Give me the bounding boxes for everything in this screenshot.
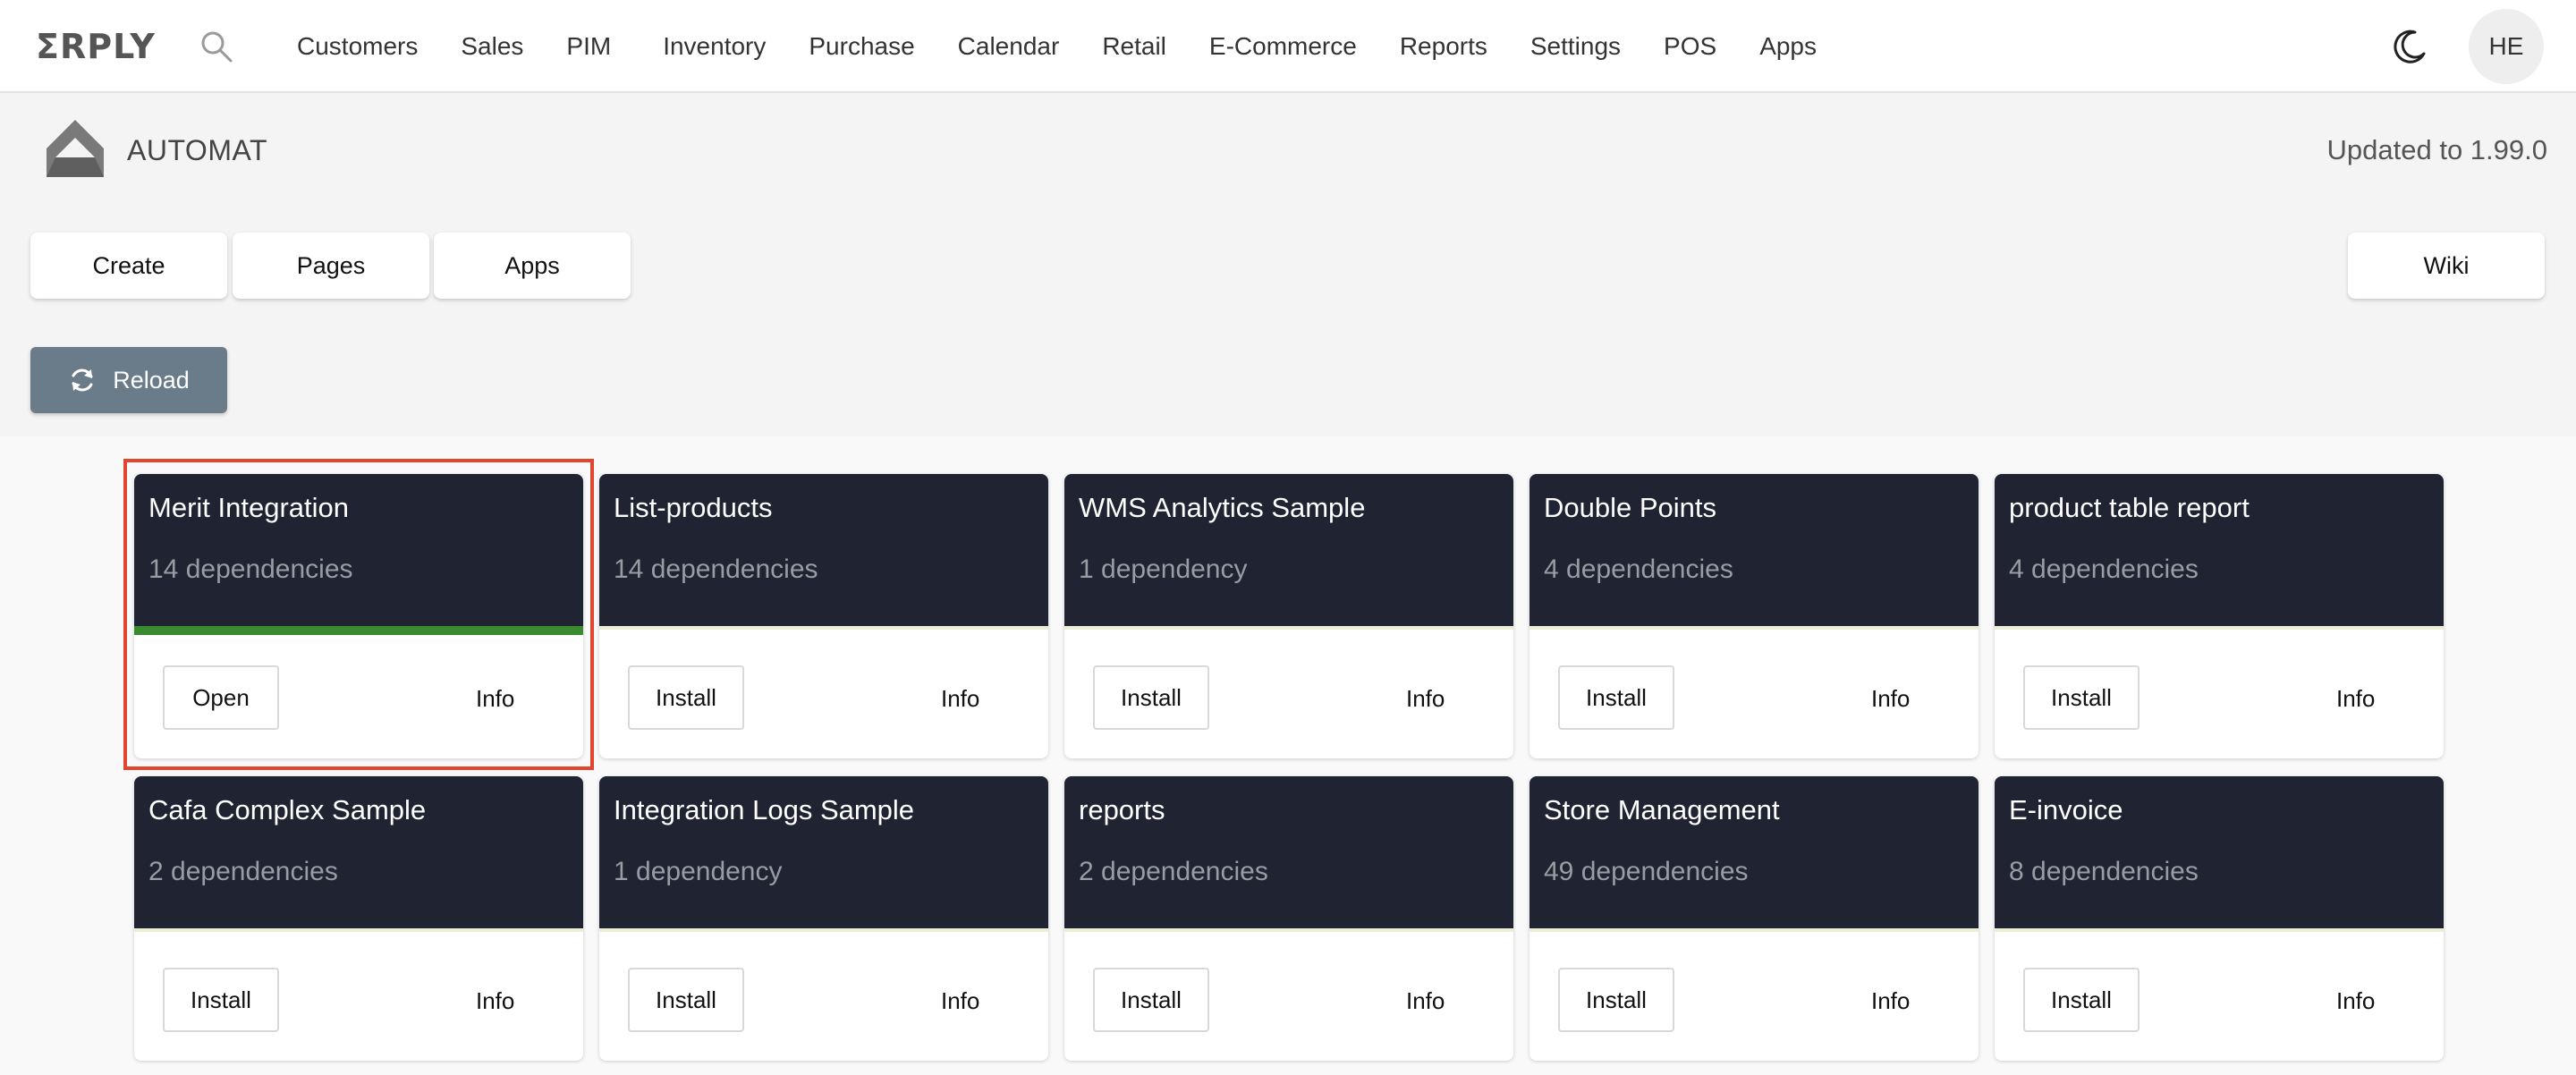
reload-button[interactable]: Reload [30, 347, 227, 413]
user-avatar[interactable]: HE [2469, 9, 2544, 84]
nav-purchase[interactable]: Purchase [809, 32, 914, 61]
top-navbar: ΣRPLY Customers Sales PIM Inventory Purc… [0, 0, 2576, 93]
info-link[interactable]: Info [1871, 987, 1910, 1015]
app-card-cafa-complex-sample: Cafa Complex Sample 2 dependencies Insta… [134, 776, 583, 1061]
nav-sales[interactable]: Sales [461, 32, 523, 61]
card-dependencies: 8 dependencies [2009, 857, 2199, 886]
app-card-integration-logs-sample: Integration Logs Sample 1 dependency Ins… [599, 776, 1048, 1061]
main-nav: Customers Sales PIM Inventory Purchase C… [297, 0, 1860, 93]
search-icon[interactable] [199, 29, 234, 64]
card-dependencies: 2 dependencies [148, 857, 338, 886]
install-button[interactable]: Install [628, 665, 744, 730]
refresh-icon [72, 368, 93, 392]
info-link[interactable]: Info [1406, 987, 1445, 1015]
card-title: product table report [2009, 492, 2250, 523]
nav-settings[interactable]: Settings [1530, 32, 1621, 61]
card-dependencies: 49 dependencies [1544, 857, 1749, 886]
card-title: Store Management [1544, 794, 1780, 825]
card-title: List-products [614, 492, 773, 523]
card-title: WMS Analytics Sample [1079, 492, 1366, 523]
info-link[interactable]: Info [941, 987, 979, 1015]
install-button[interactable]: Install [2023, 665, 2140, 730]
nav-retail[interactable]: Retail [1102, 32, 1166, 61]
card-header: reports 2 dependencies [1064, 776, 1513, 932]
page-title: AUTOMAT [127, 134, 267, 166]
dark-mode-moon-icon[interactable] [2390, 27, 2429, 66]
automat-logo-icon [47, 120, 104, 177]
card-dependencies: 1 dependency [1079, 554, 1248, 584]
reload-label: Reload [113, 366, 190, 394]
nav-inventory[interactable]: Inventory [663, 32, 766, 61]
info-link[interactable]: Info [476, 987, 514, 1015]
app-card-e-invoice: E-invoice 8 dependencies Install Info [1995, 776, 2444, 1061]
info-link[interactable]: Info [1871, 685, 1910, 713]
install-button[interactable]: Install [163, 968, 279, 1032]
card-dependencies: 2 dependencies [1079, 857, 1268, 886]
card-header: Cafa Complex Sample 2 dependencies [134, 776, 583, 932]
install-button[interactable]: Install [628, 968, 744, 1032]
card-dependencies: 1 dependency [614, 857, 783, 886]
card-header: Merit Integration 14 dependencies [134, 474, 583, 635]
app-card-double-points: Double Points 4 dependencies Install Inf… [1530, 474, 1979, 758]
apps-button[interactable]: Apps [434, 233, 631, 299]
card-title: reports [1079, 794, 1165, 825]
app-card-store-management: Store Management 49 dependencies Install… [1530, 776, 1979, 1061]
card-header: product table report 4 dependencies [1995, 474, 2444, 630]
nav-ecommerce[interactable]: E-Commerce [1209, 32, 1357, 61]
info-link[interactable]: Info [941, 685, 979, 713]
card-dependencies: 4 dependencies [1544, 554, 1733, 584]
card-header: Double Points 4 dependencies [1530, 474, 1979, 630]
card-header: Integration Logs Sample 1 dependency [599, 776, 1048, 932]
app-card-reports: reports 2 dependencies Install Info [1064, 776, 1513, 1061]
install-button[interactable]: Install [1558, 968, 1674, 1032]
card-title: E-invoice [2009, 794, 2123, 825]
pages-button[interactable]: Pages [233, 233, 429, 299]
card-title: Cafa Complex Sample [148, 794, 427, 825]
nav-calendar[interactable]: Calendar [958, 32, 1060, 61]
erply-logo[interactable]: ΣRPLY [36, 27, 156, 66]
card-header: WMS Analytics Sample 1 dependency [1064, 474, 1513, 630]
open-button[interactable]: Open [163, 665, 279, 730]
install-button[interactable]: Install [1093, 968, 1209, 1032]
app-card-list-products: List-products 14 dependencies Install In… [599, 474, 1048, 758]
info-link[interactable]: Info [2336, 987, 2375, 1015]
version-status: Updated to 1.99.0 [2326, 134, 2547, 165]
nav-reports[interactable]: Reports [1400, 32, 1487, 61]
install-button[interactable]: Install [2023, 968, 2140, 1032]
wiki-button[interactable]: Wiki [2348, 233, 2545, 299]
nav-pim[interactable]: PIM [566, 32, 611, 61]
nav-customers[interactable]: Customers [297, 32, 418, 61]
card-header: Store Management 49 dependencies [1530, 776, 1979, 932]
install-button[interactable]: Install [1093, 665, 1209, 730]
card-title: Integration Logs Sample [614, 794, 915, 825]
card-title: Double Points [1544, 492, 1717, 523]
info-link[interactable]: Info [2336, 685, 2375, 713]
card-dependencies: 14 dependencies [614, 554, 818, 584]
card-dependencies: 4 dependencies [2009, 554, 2199, 584]
info-link[interactable]: Info [476, 685, 514, 713]
card-header: E-invoice 8 dependencies [1995, 776, 2444, 932]
info-link[interactable]: Info [1406, 685, 1445, 713]
card-dependencies: 14 dependencies [148, 554, 353, 584]
nav-apps[interactable]: Apps [1759, 32, 1817, 61]
app-card-product-table-report: product table report 4 dependencies Inst… [1995, 474, 2444, 758]
card-header: List-products 14 dependencies [599, 474, 1048, 630]
nav-pos[interactable]: POS [1664, 32, 1716, 61]
app-card-wms-analytics-sample: WMS Analytics Sample 1 dependency Instal… [1064, 474, 1513, 758]
card-title: Merit Integration [148, 492, 349, 523]
create-button[interactable]: Create [30, 233, 227, 299]
install-button[interactable]: Install [1558, 665, 1674, 730]
app-card-merit-integration: Merit Integration 14 dependencies Open I… [134, 474, 583, 758]
